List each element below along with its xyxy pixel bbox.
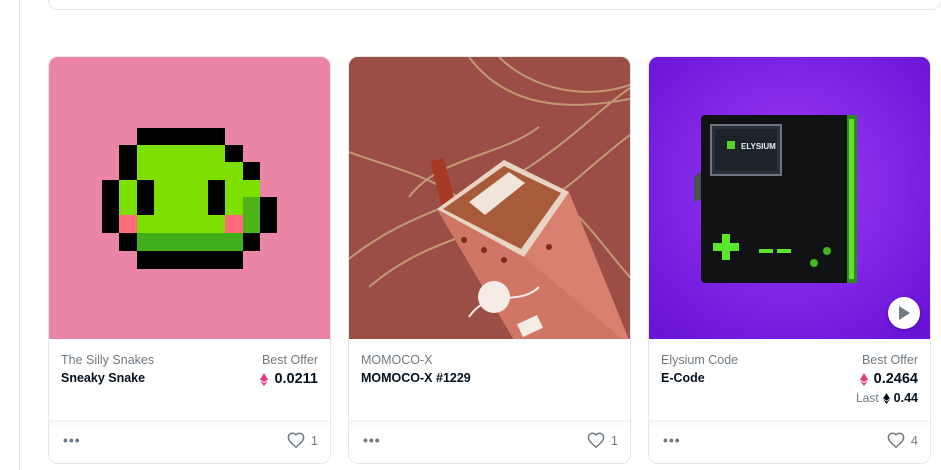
favorite-count: 1 <box>310 432 318 448</box>
price-label: Best Offer <box>261 353 318 367</box>
more-options-icon[interactable]: ••• <box>363 433 381 447</box>
heart-icon <box>887 432 905 448</box>
nft-image-sneaky-snake[interactable] <box>49 57 330 339</box>
card-info: MOMOCO-X MOMOCO-X #1229 <box>349 339 630 419</box>
collection-name[interactable]: MOMOCO-X <box>361 353 433 367</box>
eth-icon <box>882 392 890 404</box>
play-button[interactable] <box>888 297 920 329</box>
card-info: Elysium Code E-Code Best Offer 0.2464 La… <box>649 339 930 419</box>
card-info: The Silly Snakes Sneaky Snake Best Offer… <box>49 339 330 419</box>
favorite-count: 1 <box>610 432 618 448</box>
weth-icon <box>859 372 868 386</box>
last-sale: Last 0.44 <box>856 391 918 405</box>
elysium-device-art: ELYSIUM <box>649 57 930 339</box>
price-value: 0.2464 <box>859 371 918 387</box>
last-label: Last <box>855 391 879 405</box>
favorite-button[interactable]: 4 <box>887 432 918 448</box>
favorite-count: 4 <box>910 432 918 448</box>
heart-icon <box>587 432 605 448</box>
last-price: 0.44 <box>893 391 918 405</box>
price-value: 0.0211 <box>260 371 318 387</box>
heart-icon <box>287 432 305 448</box>
left-divider <box>19 0 20 470</box>
price-label: Best Offer <box>861 353 918 367</box>
pixel-snake-art <box>49 57 330 339</box>
nft-card-e-code[interactable]: ELYSIUM Elysium Code E-Code Best Offer 0… <box>648 56 931 464</box>
collection-name[interactable]: Elysium Code <box>661 353 738 367</box>
nft-card-momoco-x[interactable]: MOMOCO-X MOMOCO-X #1229 ••• 1 <box>348 56 631 464</box>
item-name: Sneaky Snake <box>61 371 146 385</box>
nft-image-momoco-x[interactable] <box>349 57 630 339</box>
collection-name[interactable]: The Silly Snakes <box>61 353 154 367</box>
item-name: MOMOCO-X #1229 <box>361 371 471 385</box>
more-options-icon[interactable]: ••• <box>663 433 681 447</box>
favorite-button[interactable]: 1 <box>287 432 318 448</box>
card-footer: ••• 4 <box>649 420 930 463</box>
favorite-button[interactable]: 1 <box>587 432 618 448</box>
play-icon <box>899 306 910 320</box>
price-amount: 0.2464 <box>873 371 918 387</box>
card-footer: ••• 1 <box>349 420 630 463</box>
top-panel <box>48 0 941 10</box>
nft-card-sneaky-snake[interactable]: The Silly Snakes Sneaky Snake Best Offer… <box>48 56 331 464</box>
weth-icon <box>260 372 269 386</box>
elysium-screen-text: ELYSIUM <box>741 142 776 151</box>
item-name: E-Code <box>661 371 705 385</box>
card-footer: ••• 1 <box>49 420 330 463</box>
more-options-icon[interactable]: ••• <box>63 433 81 447</box>
nft-image-e-code[interactable]: ELYSIUM <box>649 57 930 339</box>
momoco-art <box>349 57 630 339</box>
price-amount: 0.0211 <box>274 371 318 387</box>
